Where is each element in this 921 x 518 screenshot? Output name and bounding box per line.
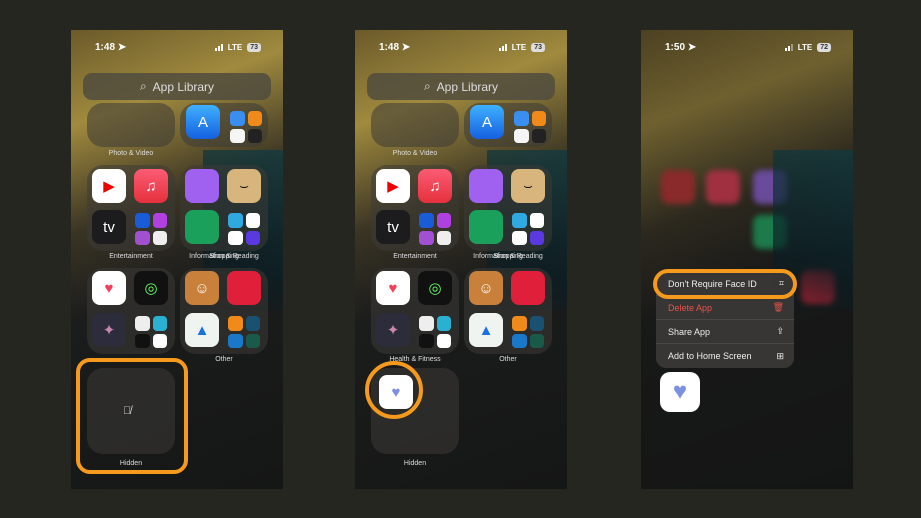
signal-icon (214, 43, 223, 51)
apple-tv-icon[interactable]: tv (92, 210, 126, 244)
folder-label: Photo & Video (392, 150, 438, 157)
butterfly-app-icon[interactable]: ✦ (92, 313, 126, 347)
fitness-icon[interactable]: ◎ (134, 271, 168, 305)
game-app-icon[interactable]: ☺ (185, 271, 219, 305)
mini-apps[interactable] (511, 212, 545, 246)
app-icon[interactable] (511, 271, 545, 305)
phone-screen-2: 1:48 ➤ LTE 73 ⌕ App Library Photo & Video Info… (355, 30, 567, 489)
network: LTE (227, 42, 243, 52)
time: 1:48 (379, 41, 400, 53)
network: LTE (511, 42, 527, 52)
folder-label: Photo & Video (108, 150, 154, 157)
app-icon[interactable] (469, 169, 503, 203)
time: 1:48 (95, 41, 116, 53)
time: 1:50 (665, 41, 686, 53)
battery: 73 (531, 42, 545, 52)
butterfly-app-icon[interactable]: ✦ (376, 313, 410, 347)
mini-apps[interactable] (227, 212, 261, 246)
folder-label: Hidden (403, 460, 427, 467)
maps-icon[interactable]: ▲ (185, 313, 219, 347)
mini-apps[interactable] (229, 110, 263, 144)
app-library-search[interactable]: ⌕ App Library (367, 73, 555, 100)
menu-item-add-to-home-screen[interactable]: Add to Home Screen ⊞ (656, 344, 794, 368)
folder-label: Shopping (209, 253, 239, 260)
music-icon[interactable]: ♫ (134, 169, 168, 203)
app-icon[interactable] (185, 169, 219, 203)
highlight-ring (653, 269, 797, 299)
phone-screen-1: 1:48 ➤ LTE 73 ⌕ App Library Photo & Video Info… (71, 30, 283, 489)
amazon-icon[interactable]: ⌣ (227, 169, 261, 203)
phone-screen-3: 1:50 ➤ LTE 72 ♥ (641, 30, 853, 489)
folder-label: Health & Fitness (389, 356, 441, 363)
battery: 73 (247, 42, 261, 52)
status-bar: 1:50 ➤ LTE 72 (665, 40, 831, 54)
maps-icon[interactable]: ▲ (469, 313, 503, 347)
signal-icon (498, 43, 507, 51)
folder-label: Entertainment (109, 253, 153, 260)
mini-apps[interactable] (134, 212, 168, 246)
menu-item-label: Add to Home Screen (668, 351, 752, 361)
status-bar: 1:48 ➤ LTE 73 (379, 40, 545, 54)
folder-label: Shopping (493, 253, 523, 260)
context-menu: Don't Require Face ID ⌗ Delete App 🗑 Share A… (653, 269, 797, 368)
share-icon: ⇪ (776, 326, 784, 336)
folder-label: Other (215, 356, 233, 363)
youtube-icon[interactable]: ▶ (376, 169, 410, 203)
network: LTE (797, 42, 813, 52)
game-app-icon[interactable]: ☺ (469, 271, 503, 305)
battery: 72 (817, 42, 831, 52)
location-arrow-icon: ➤ (399, 41, 411, 53)
status-bar: 1:48 ➤ LTE 73 (95, 40, 261, 54)
amazon-icon[interactable]: ⌣ (511, 169, 545, 203)
trash-icon: 🗑 (772, 302, 784, 312)
app-store-icon[interactable]: A (470, 105, 504, 139)
health-icon[interactable]: ♥ (376, 271, 410, 305)
mini-apps[interactable] (227, 315, 261, 349)
mini-apps[interactable] (418, 212, 452, 246)
menu-item-share-app[interactable]: Share App ⇪ (656, 320, 794, 344)
signal-icon (784, 43, 793, 51)
folder-photo-video[interactable] (371, 103, 459, 147)
search-placeholder: App Library (152, 79, 215, 94)
location-arrow-icon: ➤ (115, 41, 127, 53)
mini-apps[interactable] (418, 315, 452, 349)
youtube-icon[interactable]: ▶ (92, 169, 126, 203)
folder-photo-video[interactable] (87, 103, 175, 147)
menu-item-delete-app[interactable]: Delete App 🗑 (656, 296, 794, 320)
app-icon[interactable] (227, 271, 261, 305)
menu-item-label: Delete App (668, 302, 713, 313)
search-icon: ⌕ (423, 79, 431, 93)
health-icon[interactable]: ♥ (92, 271, 126, 305)
app-store-icon[interactable]: A (186, 105, 220, 139)
search-placeholder: App Library (436, 79, 499, 94)
highlight-ring (365, 361, 423, 419)
health-app-icon[interactable]: ♥ (660, 372, 700, 412)
menu-item-label: Share App (668, 326, 711, 337)
app-icon[interactable] (469, 210, 503, 244)
highlight-ring (76, 358, 188, 474)
mini-apps[interactable] (511, 315, 545, 349)
mini-apps[interactable] (134, 315, 168, 349)
app-library-search[interactable]: ⌕ App Library (83, 73, 271, 100)
music-icon[interactable]: ♫ (418, 169, 452, 203)
folder-label: Entertainment (393, 253, 437, 260)
fitness-icon[interactable]: ◎ (418, 271, 452, 305)
app-icon[interactable] (185, 210, 219, 244)
mini-apps[interactable] (513, 110, 547, 144)
add-square-icon: ⊞ (776, 350, 784, 361)
apple-tv-icon[interactable]: tv (376, 210, 410, 244)
search-icon: ⌕ (139, 79, 147, 93)
folder-label: Other (499, 356, 517, 363)
